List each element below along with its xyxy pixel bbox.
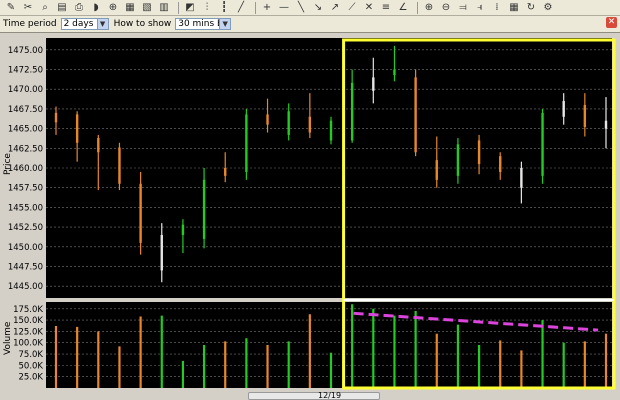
volume-tick-label: 125.0K xyxy=(13,327,43,337)
chevron-down-icon[interactable]: ▼ xyxy=(219,19,231,29)
fan-icon[interactable]: ∠ xyxy=(396,1,410,15)
price-tick-label: 1457.50 xyxy=(8,184,43,194)
fib-icon[interactable]: ≡ xyxy=(379,1,393,15)
options-bar: Time period 2 days ▼ How to show 30 mins… xyxy=(0,16,620,33)
price-bar-body xyxy=(181,224,185,235)
diag-line-icon[interactable]: ╲ xyxy=(294,1,308,15)
price-bar-body xyxy=(604,120,608,129)
refresh-icon[interactable]: ↻ xyxy=(524,1,538,15)
dots-icon[interactable]: ⁞ xyxy=(490,1,504,15)
toolbar-separator xyxy=(417,1,418,14)
price-bar-body xyxy=(562,101,565,117)
price-tick-label: 1455.00 xyxy=(8,203,43,213)
layout-icon[interactable]: ▥ xyxy=(157,1,171,15)
chart-icon[interactable]: ▤ xyxy=(55,1,69,15)
price-bar-body xyxy=(287,111,290,135)
price-bar-body xyxy=(97,138,100,153)
price-tick-label: 1447.50 xyxy=(8,262,43,272)
hline-icon[interactable]: — xyxy=(277,1,291,15)
search-icon[interactable]: ⌕ xyxy=(38,1,52,15)
price-bar-body xyxy=(139,183,142,243)
price-bar-body xyxy=(160,234,163,271)
settings-icon[interactable]: ⚙ xyxy=(541,1,555,15)
date-label: 12/19 xyxy=(318,391,342,400)
price-bar-body xyxy=(350,82,354,141)
price-bar-body xyxy=(393,69,396,76)
candle-icon[interactable]: ┇ xyxy=(217,1,231,15)
price-tick-label: 1467.50 xyxy=(8,105,43,115)
volume-tick-label: 25.0K xyxy=(19,373,44,383)
price-tick-label: 1460.00 xyxy=(8,164,43,174)
volume-tick-label: 75.0K xyxy=(19,350,44,360)
price-bar-body xyxy=(520,168,523,188)
price-bar-body xyxy=(224,168,227,176)
magnify-minus-icon[interactable]: ⊖ xyxy=(439,1,453,15)
price-tick-label: 1450.00 xyxy=(8,243,43,253)
span2-icon[interactable]: ⫣ xyxy=(473,1,487,15)
color-icon[interactable]: ◩ xyxy=(183,1,197,15)
price-volume-chart: 1475.00 1472.50 1470.00 1467.50 1465.00 1462.… xyxy=(0,34,616,390)
price-bar-body xyxy=(54,112,58,123)
crosshair-icon[interactable]: + xyxy=(260,1,274,15)
zoom-icon[interactable]: ⊕ xyxy=(106,1,120,15)
volume-panel xyxy=(46,302,612,388)
volume-axis-label: Volume xyxy=(3,321,13,355)
chevron-down-icon[interactable]: ▼ xyxy=(96,19,108,29)
price-bar-body xyxy=(202,179,206,239)
print-icon[interactable]: ⎙ xyxy=(72,1,86,15)
span-icon[interactable]: ⫤ xyxy=(456,1,470,15)
volume-tick-label: 100.0K xyxy=(13,339,43,349)
how-to-show-select[interactable]: 30 mins Bar ▼ xyxy=(175,18,232,30)
price-tick-label: 1452.50 xyxy=(8,223,43,233)
price-bar-body xyxy=(477,140,481,165)
price-tick-label: 1475.00 xyxy=(8,46,43,56)
volume-tick-label: 150.0K xyxy=(13,316,43,326)
how-to-show-label: How to show xyxy=(113,19,172,29)
price-tick-label: 1465.00 xyxy=(8,125,43,135)
price-tick-label: 1462.50 xyxy=(8,144,43,154)
pencil-icon[interactable]: ✎ xyxy=(4,1,18,15)
price-bar-body xyxy=(541,112,544,176)
how-to-show-value: 30 mins Bar xyxy=(178,19,219,29)
time-period-select[interactable]: 2 days ▼ xyxy=(60,18,109,30)
price-bar-body xyxy=(329,120,333,141)
price-axis-label: Price xyxy=(3,153,13,175)
toolbar: ✎ ✂ ⌕ ▤ ⎙ ◗ ⊕ ▦ ▧ ▥ ◩ ⫶ ┇ ╱ + — ╲ ↘ ↗ ⟋ ✕ ≡ ∠ ⊕ ⊖ ⫤ ⫣ ⁞ ▦ ↻ ⚙ xyxy=(0,0,620,16)
volume-tick-label: 175.0K xyxy=(13,305,43,315)
toolbar-separator xyxy=(255,1,256,14)
price-bar-body xyxy=(435,160,438,180)
time-period-label: Time period xyxy=(3,19,57,29)
price-bar-body xyxy=(372,77,375,91)
time-period-value: 2 days xyxy=(63,19,94,29)
grid-icon[interactable]: ▦ xyxy=(507,1,521,15)
bucket-icon[interactable]: ◗ xyxy=(89,1,103,15)
price-bar-body xyxy=(75,114,79,143)
cut-icon[interactable]: ✂ xyxy=(21,1,35,15)
price-bar-body xyxy=(414,77,417,153)
ray-icon[interactable]: ⟋ xyxy=(345,1,359,15)
arrow-icon[interactable]: ↗ xyxy=(328,1,342,15)
chart-add-icon[interactable]: ▧ xyxy=(140,1,154,15)
horizontal-scrollbar[interactable] xyxy=(248,392,380,400)
price-bar-body xyxy=(456,144,460,176)
price-bar-body xyxy=(118,147,121,184)
bar-icon[interactable]: ⫶ xyxy=(200,1,214,15)
trend-icon[interactable]: ↘ xyxy=(311,1,325,15)
price-bar-body xyxy=(245,114,248,172)
price-bar-body xyxy=(499,156,502,172)
toolbar-separator xyxy=(178,1,179,14)
close-icon[interactable]: ✕ xyxy=(606,17,617,28)
line-icon[interactable]: ╱ xyxy=(234,1,248,15)
price-tick-label: 1472.50 xyxy=(8,66,43,76)
price-tick-label: 1470.00 xyxy=(8,85,43,95)
volume-tick-label: 50.0K xyxy=(19,361,44,371)
x-icon[interactable]: ✕ xyxy=(362,1,376,15)
chart-edit-icon[interactable]: ▦ xyxy=(123,1,137,15)
magnify-icon[interactable]: ⊕ xyxy=(422,1,436,15)
price-bar-body xyxy=(266,114,269,125)
price-tick-label: 1445.00 xyxy=(8,282,43,292)
price-bar-body xyxy=(308,116,312,133)
price-bar-body xyxy=(583,104,587,128)
